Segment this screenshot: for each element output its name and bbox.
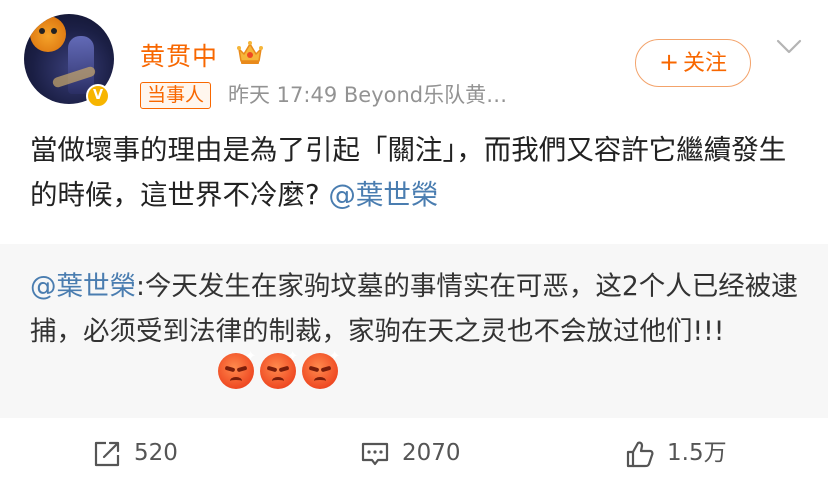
follow-label: 关注 — [683, 51, 728, 76]
mention-link[interactable]: @葉世榮 — [328, 179, 438, 211]
share-icon — [94, 441, 120, 467]
repost-body: :今天发生在家驹坟墓的事情实在可恶，这2个人已经被逮捕，必须受到法律的制裁，家驹… — [30, 271, 798, 347]
post-meta: 昨天 17:49 Beyond乐队黄… — [228, 83, 508, 107]
follow-button[interactable]: + 关注 — [635, 39, 751, 87]
angry-emoji-icon: ✦ — [218, 349, 256, 389]
post-text: 當做壞事的理由是為了引起「關注」，而我們又容許它繼續發生的時候，這世界不冷麼? … — [30, 128, 800, 218]
comment-icon — [361, 442, 389, 466]
thumbs-up-icon — [626, 441, 654, 468]
chevron-down-icon[interactable] — [776, 38, 802, 56]
tiger-icon — [30, 16, 66, 52]
comment-count: 2070 — [402, 440, 461, 466]
verified-badge-icon: V — [86, 84, 110, 108]
angry-emoji-icon: ✦ — [302, 349, 340, 389]
repost-count: 520 — [134, 440, 178, 466]
username[interactable]: 黄贯中 — [140, 37, 218, 73]
emoji-row: ✦ ✦ ✦ — [218, 349, 340, 393]
action-bar: 520 2070 1.5万 — [0, 424, 828, 482]
repost-mention-link[interactable]: @葉世榮 — [30, 271, 136, 302]
repost-text: @葉世榮:今天发生在家驹坟墓的事情实在可恶，这2个人已经被逮捕，必须受到法律的制… — [30, 264, 800, 354]
angry-emoji-icon: ✦ — [260, 349, 298, 389]
status-badge: 当事人 — [140, 82, 212, 109]
like-count: 1.5万 — [667, 440, 727, 466]
plus-icon: + — [658, 48, 680, 76]
crown-icon — [237, 41, 263, 64]
